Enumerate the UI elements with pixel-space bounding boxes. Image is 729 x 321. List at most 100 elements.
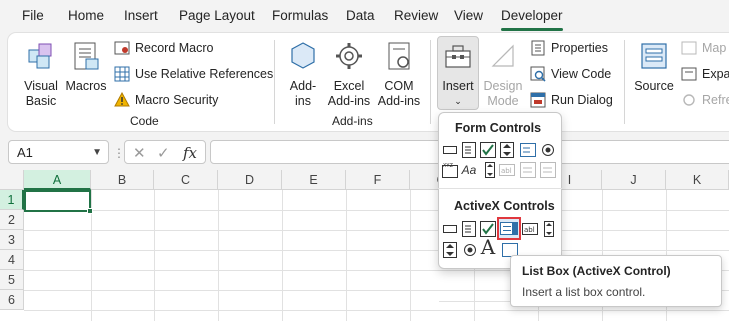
- form-combo-drop-down-edit-icon[interactable]: [540, 162, 556, 178]
- form-spin-button-icon[interactable]: [499, 142, 515, 158]
- map-properties-button[interactable]: Map: [681, 37, 726, 59]
- activex-scroll-bar-icon[interactable]: [541, 221, 557, 237]
- excel-addins-label-1: Excel: [333, 79, 365, 93]
- form-option-button-icon[interactable]: [540, 142, 556, 158]
- form-group-box-icon[interactable]: XYZ: [442, 162, 458, 178]
- svg-text:abl: abl: [501, 167, 512, 175]
- select-all-corner[interactable]: [0, 170, 24, 190]
- activex-text-box-icon[interactable]: abl: [522, 221, 538, 237]
- active-cell-a1[interactable]: [24, 190, 93, 214]
- menu-insert[interactable]: Insert: [124, 8, 158, 23]
- column-header-e[interactable]: E: [282, 170, 346, 190]
- row-header-6[interactable]: 6: [0, 290, 24, 310]
- activex-combo-box-icon[interactable]: [461, 221, 477, 237]
- divider: [438, 188, 562, 189]
- macro-security-button[interactable]: Macro Security: [114, 89, 218, 111]
- macros-label: Macros: [65, 79, 107, 93]
- svg-text:XYZ: XYZ: [443, 163, 453, 169]
- refresh-data-button[interactable]: Refre: [681, 89, 729, 111]
- excel-addins-label-2: Add-ins: [327, 94, 371, 108]
- menu-data[interactable]: Data: [346, 8, 375, 23]
- enter-icon[interactable]: ✓: [157, 144, 170, 162]
- properties-icon: [531, 40, 545, 56]
- form-combo-list-edit-icon[interactable]: [520, 162, 536, 178]
- visual-basic-label-2: Basic: [25, 94, 57, 108]
- record-macro-button[interactable]: Record Macro: [114, 37, 214, 59]
- column-header-c[interactable]: C: [154, 170, 218, 190]
- svg-text:abl: abl: [524, 226, 535, 234]
- form-combo-box-icon[interactable]: [461, 142, 477, 158]
- row-header-5[interactable]: 5: [0, 270, 24, 290]
- macro-security-label: Macro Security: [135, 93, 219, 107]
- menu-page-layout[interactable]: Page Layout: [179, 8, 255, 23]
- column-header-f[interactable]: F: [346, 170, 410, 190]
- fill-handle[interactable]: [87, 208, 93, 214]
- visual-basic-button[interactable]: Visual Basic: [20, 40, 62, 109]
- source-label: Source: [634, 79, 674, 93]
- form-list-box-icon[interactable]: [520, 142, 536, 158]
- activex-controls-header: ActiveX Controls: [454, 199, 555, 213]
- excel-addins-button[interactable]: Excel Add-ins: [326, 40, 372, 109]
- properties-button[interactable]: Properties: [530, 37, 608, 59]
- com-addins-label-1: COM: [384, 79, 414, 93]
- addins-label-1: Add-: [289, 79, 317, 93]
- visual-basic-icon: [28, 43, 52, 69]
- menu-developer[interactable]: Developer: [501, 8, 563, 23]
- com-addins-label-2: Add-ins: [377, 94, 421, 108]
- row-header-2[interactable]: 2: [0, 210, 24, 230]
- ribbon-separator: [274, 40, 275, 124]
- menu-review[interactable]: Review: [394, 8, 438, 23]
- column-header-a[interactable]: A: [24, 170, 91, 190]
- insert-function-icon[interactable]: fx: [183, 144, 197, 162]
- gridline: [24, 250, 729, 251]
- row-header-1[interactable]: 1: [0, 190, 24, 210]
- chevron-down-icon: ⌄: [454, 96, 462, 106]
- column-header-d[interactable]: D: [218, 170, 282, 190]
- row-header-3[interactable]: 3: [0, 230, 24, 250]
- design-mode-label-2: Mode: [487, 94, 519, 108]
- name-box[interactable]: A1 ▼: [8, 140, 109, 164]
- expansion-packs-button[interactable]: Expa: [681, 63, 729, 85]
- expansion-packs-label: Expa: [702, 67, 729, 81]
- column-header-b[interactable]: B: [91, 170, 154, 190]
- column-header-j[interactable]: J: [602, 170, 666, 190]
- record-macro-label: Record Macro: [135, 41, 214, 55]
- activex-command-button-icon[interactable]: [442, 221, 458, 237]
- menu-formulas[interactable]: Formulas: [272, 8, 328, 23]
- activex-option-button-icon[interactable]: [462, 242, 478, 258]
- activex-label-icon[interactable]: A: [480, 235, 496, 259]
- form-scroll-bar-icon[interactable]: [482, 162, 498, 178]
- list-box-activex-highlight[interactable]: [497, 217, 521, 240]
- ribbon-separator: [430, 40, 431, 124]
- design-mode-button[interactable]: Design Mode: [483, 40, 523, 109]
- form-check-box-icon[interactable]: [480, 142, 496, 158]
- activex-list-box-icon: [500, 222, 518, 235]
- insert-controls-button[interactable]: Insert ⌄: [437, 40, 479, 109]
- record-macro-icon: [114, 41, 130, 55]
- tooltip-title: List Box (ActiveX Control): [522, 264, 671, 278]
- use-relative-references-label: Use Relative References: [135, 67, 274, 81]
- form-text-field-icon[interactable]: abl: [499, 162, 515, 178]
- menu-file[interactable]: File: [22, 8, 44, 23]
- run-dialog-button[interactable]: Run Dialog: [530, 89, 613, 111]
- source-button[interactable]: Source: [633, 40, 675, 94]
- run-dialog-icon: [530, 92, 546, 108]
- form-label-icon[interactable]: Aa: [461, 162, 477, 178]
- name-box-value: A1: [17, 145, 33, 160]
- list-box-tooltip: List Box (ActiveX Control) Insert a list…: [510, 255, 722, 307]
- run-dialog-label: Run Dialog: [551, 93, 613, 107]
- macros-button[interactable]: Macros: [64, 40, 108, 94]
- use-relative-references-button[interactable]: Use Relative References: [114, 63, 273, 85]
- cancel-icon[interactable]: ✕: [133, 144, 146, 162]
- menu-view[interactable]: View: [454, 8, 483, 23]
- com-addins-button[interactable]: COM Add-ins: [376, 40, 422, 109]
- form-button-control-icon[interactable]: [442, 142, 458, 158]
- ribbon-separator: [624, 40, 625, 124]
- view-code-button[interactable]: View Code: [530, 63, 611, 85]
- activex-spin-button-icon[interactable]: [442, 242, 458, 258]
- addins-button[interactable]: Add- ins: [283, 40, 323, 109]
- menu-home[interactable]: Home: [68, 8, 104, 23]
- row-header-4[interactable]: 4: [0, 250, 24, 270]
- column-header-k[interactable]: K: [666, 170, 729, 190]
- chevron-down-icon[interactable]: ▼: [92, 147, 102, 158]
